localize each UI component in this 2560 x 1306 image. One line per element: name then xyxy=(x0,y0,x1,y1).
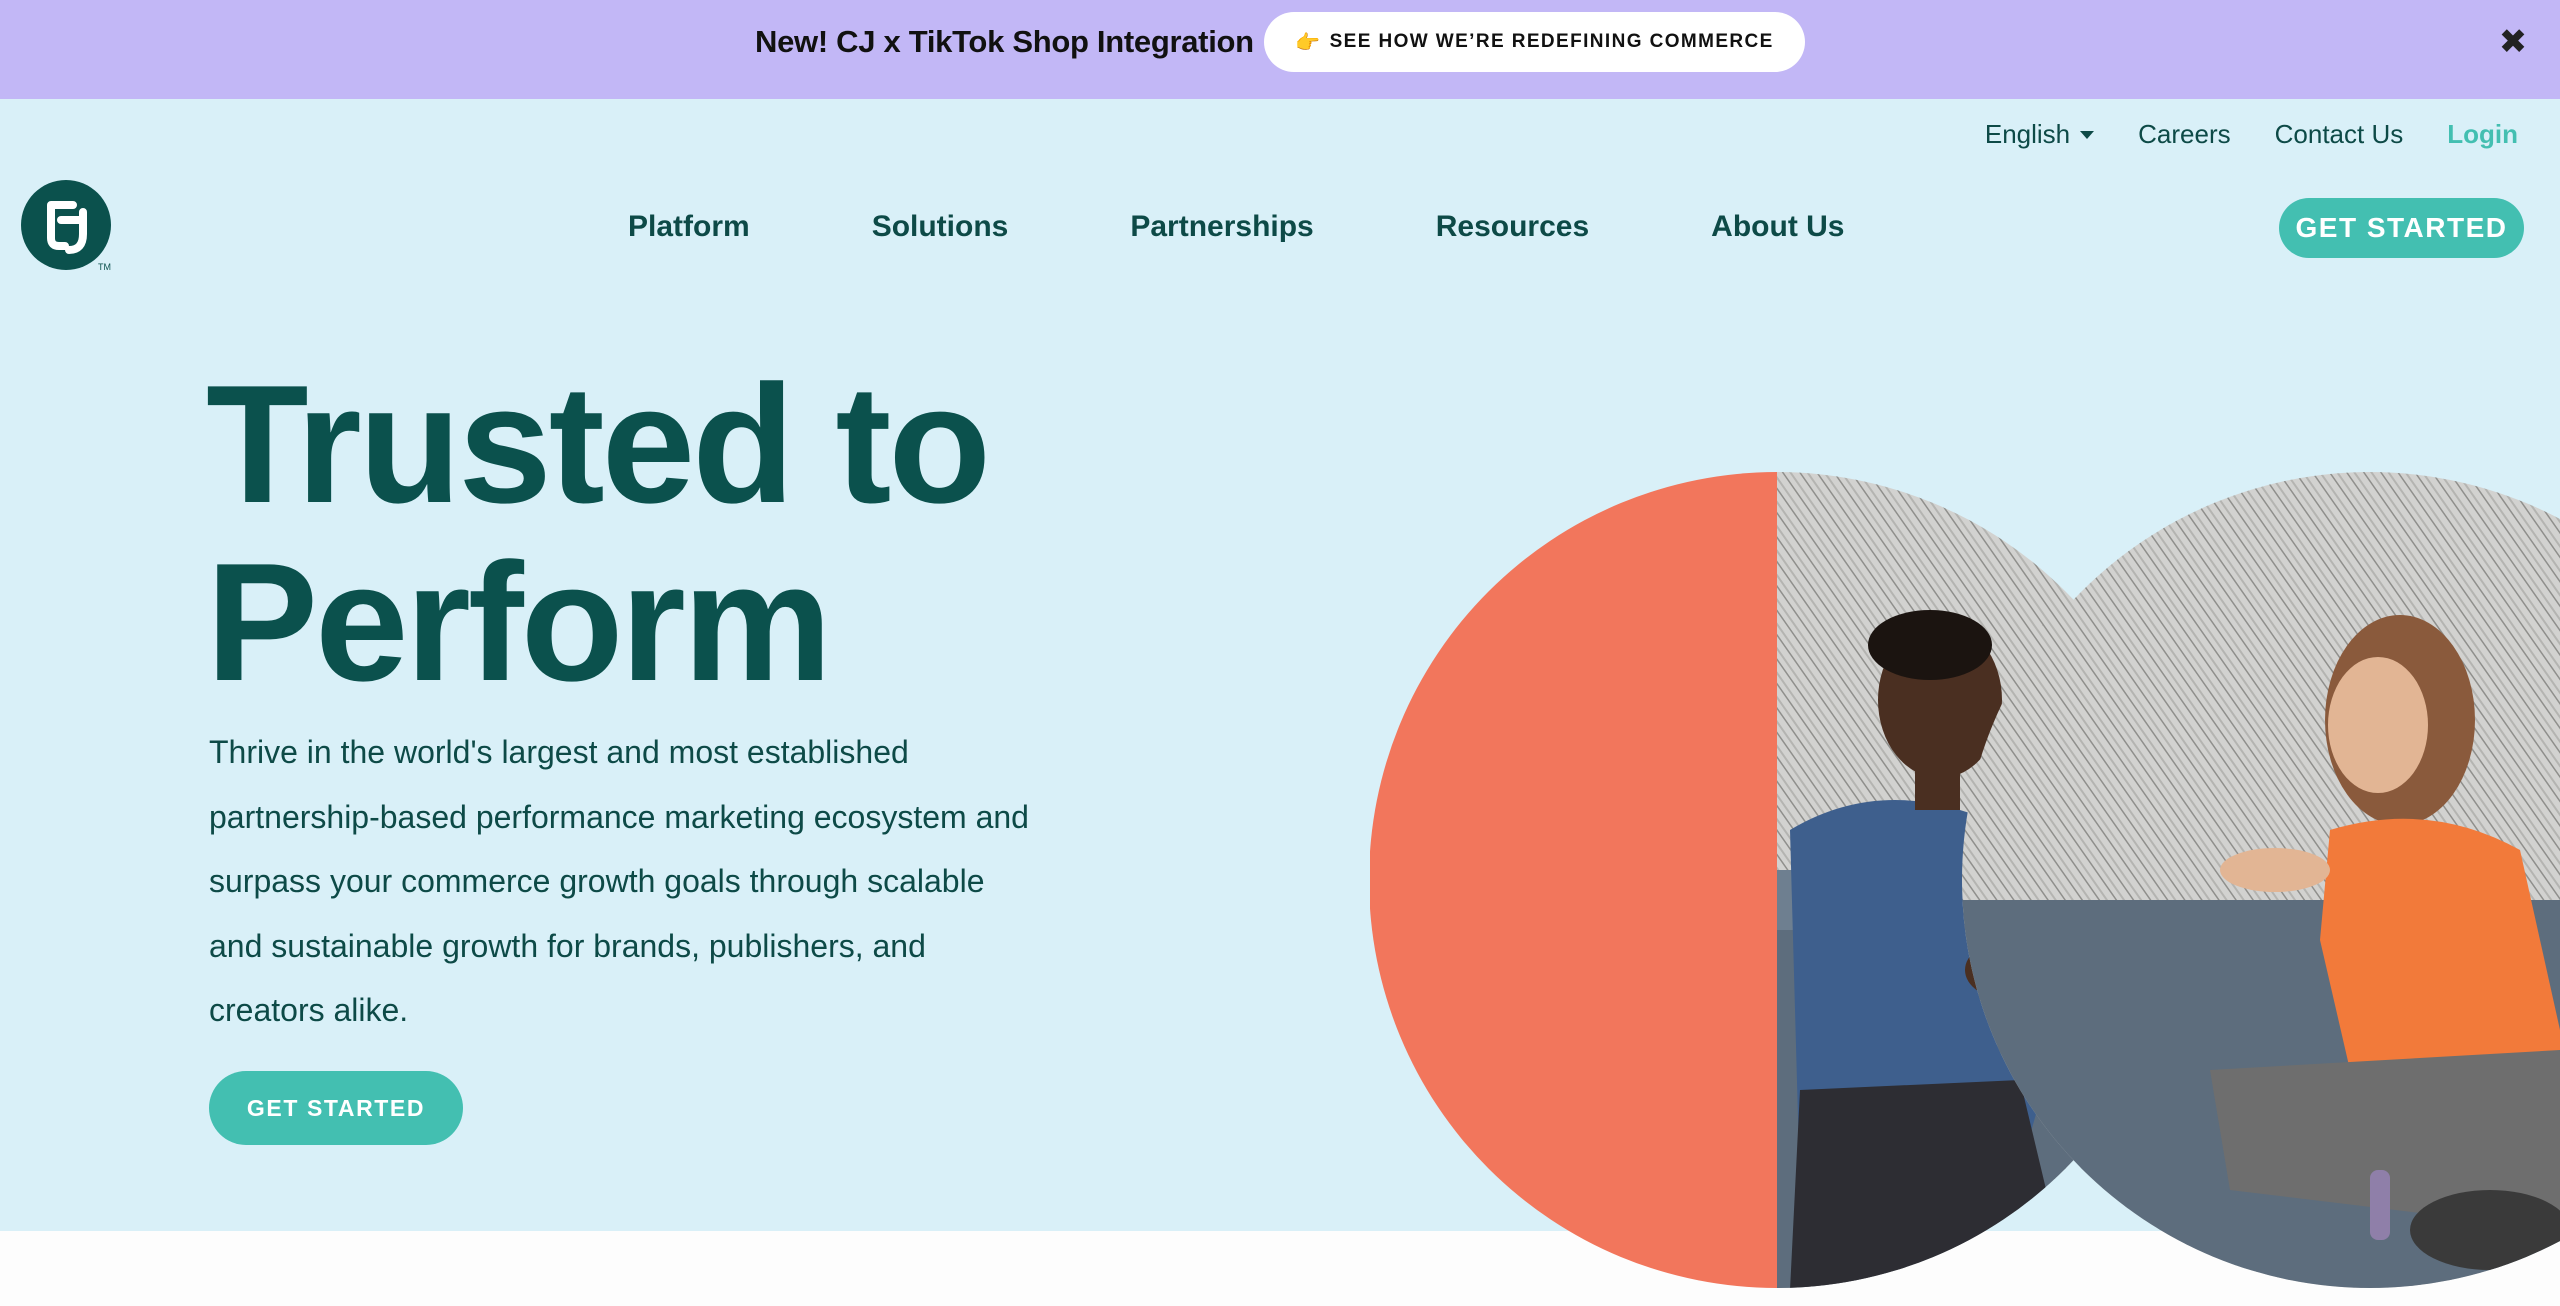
announcement-bar: New! CJ x TikTok Shop Integration 👉 SEE … xyxy=(0,0,2560,99)
nav-item-resources[interactable]: Resources xyxy=(1436,210,1589,244)
login-link[interactable]: Login xyxy=(2447,119,2518,150)
utility-nav: English Careers Contact Us Login xyxy=(1985,118,2518,150)
nav-item-solutions[interactable]: Solutions xyxy=(872,210,1009,244)
chevron-down-icon xyxy=(2080,131,2095,139)
announcement-headline: New! CJ x TikTok Shop Integration xyxy=(755,24,1254,59)
hero-title: Trusted to Perform xyxy=(206,355,1106,711)
contact-us-link[interactable]: Contact Us xyxy=(2275,119,2404,150)
nav-item-partnerships[interactable]: Partnerships xyxy=(1130,210,1313,244)
get-started-nav-button[interactable]: GET STARTED xyxy=(2279,198,2524,258)
language-label: English xyxy=(1984,118,2071,149)
cj-logo[interactable]: TM xyxy=(21,180,113,272)
hero-description: Thrive in the world's largest and most e… xyxy=(209,734,1029,1028)
pointing-hand-icon: 👉 xyxy=(1295,31,1322,54)
main-nav: Platform Solutions Partnerships Resource… xyxy=(628,206,1845,248)
coral-half-circle xyxy=(1370,472,1777,1288)
nav-item-about-us[interactable]: About Us xyxy=(1711,210,1844,244)
nav-item-platform[interactable]: Platform xyxy=(628,210,750,244)
get-started-hero-button[interactable]: GET STARTED xyxy=(209,1071,463,1145)
announcement-cta-button[interactable]: 👉 SEE HOW WE’RE REDEFINING COMMERCE xyxy=(1264,12,1805,72)
hero-title-line-2: Perform xyxy=(206,528,832,716)
close-icon[interactable]: ✖ xyxy=(2498,24,2528,60)
hero-title-line-1: Trusted to xyxy=(206,350,991,538)
hero-illustration xyxy=(1370,470,2560,1290)
announcement-cta-label: SEE HOW WE’RE REDEFINING COMMERCE xyxy=(1329,31,1774,52)
trademark-label: TM xyxy=(98,262,111,272)
careers-link[interactable]: Careers xyxy=(2138,119,2230,150)
language-selector[interactable]: English xyxy=(1984,118,2095,150)
